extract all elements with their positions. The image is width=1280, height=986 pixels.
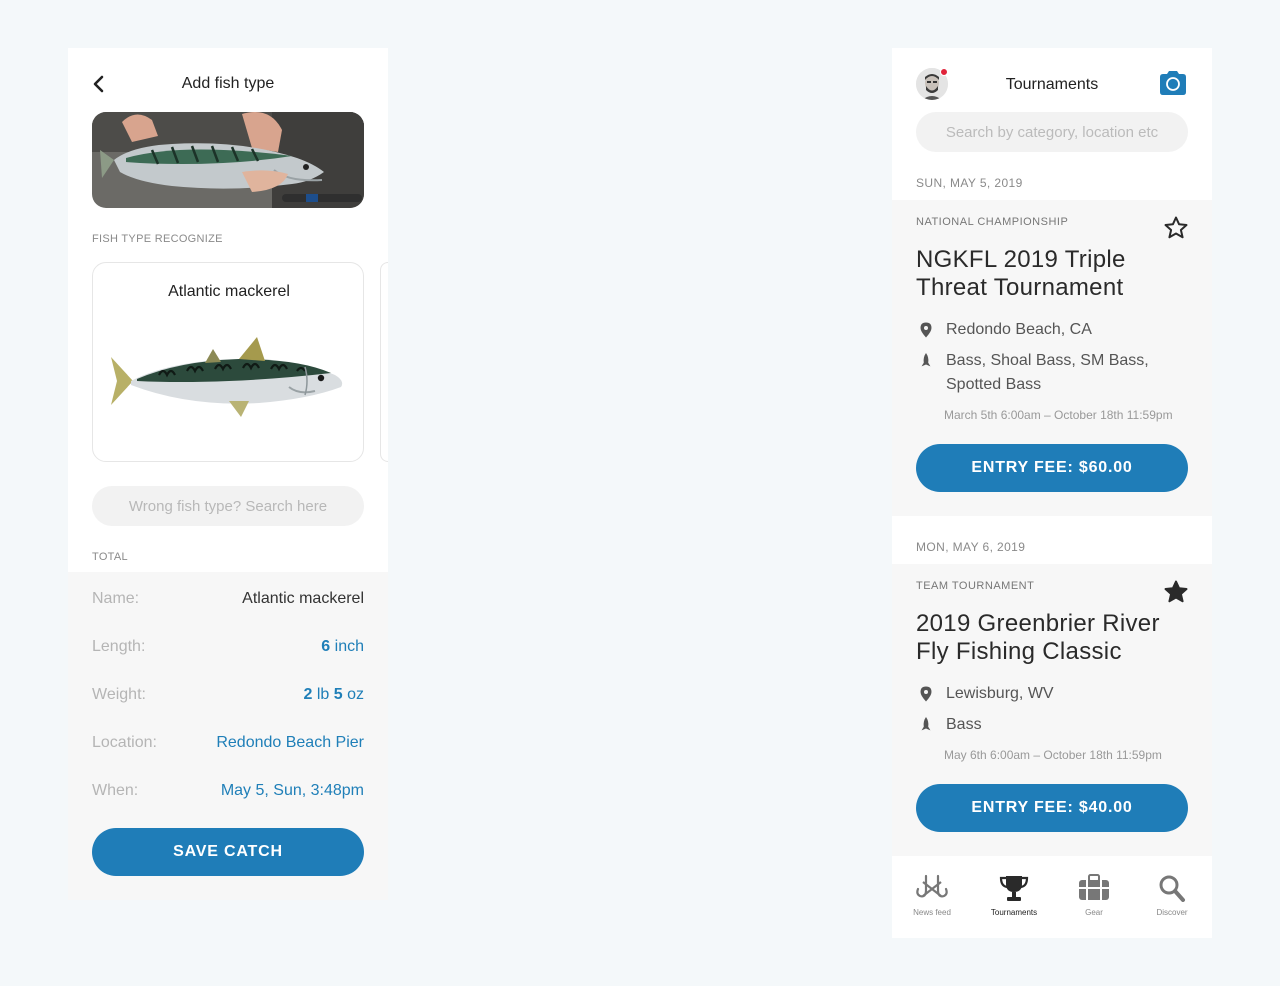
tournament-date: MON, MAY 6, 2019 — [916, 540, 1026, 554]
bottom-tab-bar: News feed Tournaments Gear Discover — [892, 856, 1212, 938]
name-value: Atlantic mackerel — [242, 590, 364, 607]
next-fish-card-peek[interactable] — [380, 262, 388, 462]
summary-row-weight[interactable]: Weight: 2 lb 5 oz — [92, 684, 364, 708]
location-pin-icon — [920, 322, 932, 338]
star-filled-icon[interactable] — [1163, 579, 1189, 605]
tab-tournaments[interactable]: Tournaments — [974, 874, 1054, 917]
search-icon — [1159, 875, 1185, 902]
summary-row-name: Name: Atlantic mackerel — [92, 588, 364, 612]
tab-label: News feed — [913, 908, 951, 917]
tab-news-feed[interactable]: News feed — [892, 874, 972, 917]
weight-key: Weight: — [92, 686, 146, 703]
entry-fee-button[interactable]: ENTRY FEE: $60.00 — [916, 444, 1188, 492]
tournament-dates: March 5th 6:00am – October 18th 11:59pm — [944, 408, 1173, 422]
summary-row-location[interactable]: Location: Redondo Beach Pier — [92, 732, 364, 756]
name-key: Name: — [92, 590, 140, 607]
tournament-species: Bass, Shoal Bass, SM Bass, Spotted Bass — [946, 352, 1149, 393]
tournament-date: SUN, MAY 5, 2019 — [916, 176, 1023, 190]
tackle-box-icon — [1079, 874, 1109, 900]
tournament-location: Lewisburg, WV — [946, 685, 1054, 702]
weight-oz-unit: oz — [342, 686, 364, 703]
weight-oz-number: 5 — [333, 686, 343, 703]
location-key: Location: — [92, 734, 157, 751]
tournament-location: Redondo Beach, CA — [946, 321, 1092, 338]
page-title: Add fish type — [181, 75, 275, 92]
tournament-name: NGKFL 2019 Triple Threat Tournament — [916, 246, 1126, 301]
tab-label: Discover — [1156, 908, 1188, 917]
tournament-name: 2019 Greenbrier River Fly Fishing Classi… — [916, 610, 1160, 665]
length-unit: inch — [330, 638, 364, 655]
tournament-species: Bass — [946, 716, 982, 733]
length-number: 6 — [321, 638, 331, 655]
tournament-card[interactable]: TEAM TOURNAMENT 2019 Greenbrier River Fl… — [892, 564, 1212, 856]
entry-fee-button[interactable]: ENTRY FEE: $40.00 — [916, 784, 1188, 832]
fish-type-recognize-label: FISH TYPE RECOGNIZE — [92, 233, 223, 245]
total-label: TOTAL — [92, 551, 128, 563]
catch-summary: Name: Atlantic mackerel Length: 6 inch W… — [68, 572, 388, 900]
tournament-category: NATIONAL CHAMPIONSHIP — [916, 216, 1069, 228]
tournament-category: TEAM TOURNAMENT — [916, 580, 1035, 592]
add-fish-screen: Add fish type FISH TYPE RECOGNIZE Atlant… — [68, 48, 388, 900]
fish-illustration — [111, 337, 343, 417]
catch-photo[interactable] — [92, 112, 364, 208]
weight-value[interactable]: 2 lb 5 oz — [304, 686, 365, 704]
camera-icon[interactable] — [1158, 70, 1188, 96]
summary-row-length[interactable]: Length: 6 inch — [92, 636, 364, 660]
fish-species-icon — [921, 353, 931, 367]
length-key: Length: — [92, 638, 146, 655]
tab-gear[interactable]: Gear — [1054, 874, 1134, 917]
location-pin-icon — [920, 686, 932, 702]
recognized-fish-card[interactable]: Atlantic mackerel — [92, 262, 364, 462]
tournament-search-input[interactable] — [916, 112, 1188, 152]
summary-row-when[interactable]: When: May 5, Sun, 3:48pm — [92, 780, 364, 804]
star-outline-icon[interactable] — [1163, 215, 1189, 241]
length-value[interactable]: 6 inch — [321, 638, 364, 656]
fish-species-icon — [921, 717, 931, 731]
tab-label: Gear — [1085, 908, 1103, 917]
notification-badge — [940, 68, 948, 76]
tournaments-screen: Tournaments SUN, MAY 5, 2019 NATIONAL CH… — [892, 48, 1212, 938]
when-key: When: — [92, 782, 139, 799]
wrong-fish-search-input[interactable] — [92, 486, 364, 526]
tab-label: Tournaments — [990, 908, 1038, 917]
when-value[interactable]: May 5, Sun, 3:48pm — [221, 782, 364, 800]
tournament-dates: May 6th 6:00am – October 18th 11:59pm — [944, 748, 1162, 762]
add-fish-header: Add fish type — [68, 72, 388, 96]
tournament-card[interactable]: NATIONAL CHAMPIONSHIP NGKFL 2019 Triple … — [892, 200, 1212, 516]
weight-lb-unit: lb — [312, 686, 334, 703]
tab-discover[interactable]: Discover — [1132, 874, 1212, 917]
save-catch-button[interactable]: SAVE CATCH — [92, 828, 364, 876]
trophy-icon — [999, 876, 1029, 901]
hooks-icon — [916, 874, 948, 898]
recognized-fish-name: Atlantic mackerel — [168, 283, 290, 300]
location-value[interactable]: Redondo Beach Pier — [216, 734, 364, 752]
